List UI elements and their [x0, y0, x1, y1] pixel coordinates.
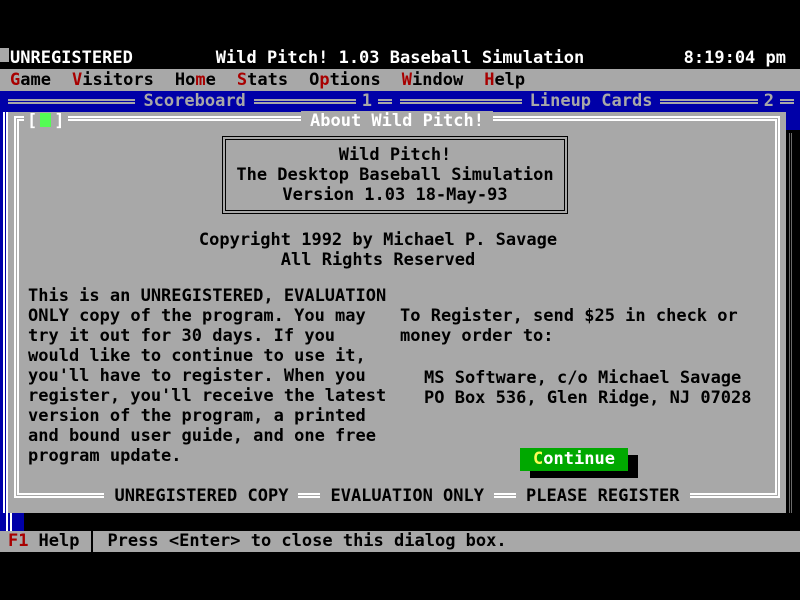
- menu-item-visitors[interactable]: Visitors: [72, 69, 154, 91]
- desktop-bottom-left-sliver: [0, 513, 24, 531]
- menu-item-options[interactable]: Options: [309, 69, 381, 91]
- continue-button[interactable]: Continue: [520, 448, 628, 471]
- menu-item-home[interactable]: Home: [175, 69, 216, 91]
- menu-item-help[interactable]: Help: [484, 69, 525, 91]
- evaluation-notice-text: This is an UNREGISTERED, EVALUATION ONLY…: [28, 286, 386, 466]
- window-title: Lineup Cards: [522, 91, 661, 112]
- footer-register: PLEASE REGISTER: [516, 486, 690, 506]
- version-box: Wild Pitch! The Desktop Baseball Simulat…: [222, 136, 568, 214]
- desktop: Scoreboard 1 Lineup Cards 2: [0, 91, 800, 112]
- menu-item-window[interactable]: Window: [402, 69, 463, 91]
- window-border-line: [254, 99, 356, 104]
- about-dialog: UNREGISTERED COPY EVALUATION ONLY PLEASE R…: [8, 112, 786, 513]
- window-border-line: [8, 99, 135, 104]
- window-number: 2: [758, 91, 780, 112]
- copyright-line: Copyright 1992 by Michael P. Savage: [8, 230, 748, 250]
- window-number: 1: [356, 91, 378, 112]
- dialog-title: About Wild Pitch!: [8, 112, 786, 131]
- desktop-right-sliver: [786, 112, 800, 130]
- menu-item-game[interactable]: Game: [10, 69, 51, 91]
- status-bar: F1Help Press <Enter> to close this dialo…: [0, 531, 800, 552]
- scoreboard-window-left-border: [6, 513, 12, 531]
- close-icon: [40, 113, 51, 127]
- window-title: Scoreboard: [135, 91, 253, 112]
- window-scoreboard[interactable]: Scoreboard 1: [8, 91, 392, 112]
- app-screen: UNREGISTERED Wild Pitch! 1.03 Baseball S…: [0, 0, 800, 600]
- statusbar-message: Press <Enter> to close this dialog box.: [107, 531, 506, 552]
- title-bar: UNREGISTERED Wild Pitch! 1.03 Baseball S…: [0, 48, 800, 69]
- menu-item-stats[interactable]: Stats: [237, 69, 288, 91]
- program-subtitle: The Desktop Baseball Simulation: [226, 165, 564, 185]
- close-button[interactable]: []: [24, 112, 68, 131]
- register-instructions: To Register, send $25 in check or money …: [400, 306, 738, 346]
- program-version: Version 1.03 18-May-93: [226, 185, 564, 205]
- clock[interactable]: 8:19:04 pm: [684, 48, 786, 69]
- statusbar-divider: [91, 531, 93, 552]
- rights-line: All Rights Reserved: [8, 250, 748, 270]
- window-border-line: [378, 99, 392, 104]
- dialog-footer-banner: UNREGISTERED COPY EVALUATION ONLY PLEASE R…: [8, 486, 786, 506]
- lineup-window-border-in-shadow: [789, 133, 792, 517]
- copyright-block: Copyright 1992 by Michael P. Savage All …: [8, 230, 748, 270]
- window-lineup-cards[interactable]: Lineup Cards 2: [400, 91, 794, 112]
- f1-key-label: F1: [8, 531, 28, 551]
- window-border-line: [780, 99, 794, 104]
- footer-evaluation: EVALUATION ONLY: [320, 486, 494, 506]
- continue-button-area: Continue: [520, 448, 638, 478]
- dialog-shadow-bottom: [24, 513, 800, 531]
- program-name: Wild Pitch!: [226, 145, 564, 165]
- menu-bar: Game Visitors Home Stats Options Window …: [0, 69, 800, 91]
- window-border-line: [660, 99, 757, 104]
- app-title: Wild Pitch! 1.03 Baseball Simulation: [0, 48, 800, 69]
- window-border-line: [400, 99, 522, 104]
- register-address: MS Software, c/o Michael Savage PO Box 5…: [424, 368, 752, 408]
- statusbar-help-shortcut[interactable]: F1Help: [8, 531, 91, 552]
- footer-unregistered: UNREGISTERED COPY: [104, 486, 298, 506]
